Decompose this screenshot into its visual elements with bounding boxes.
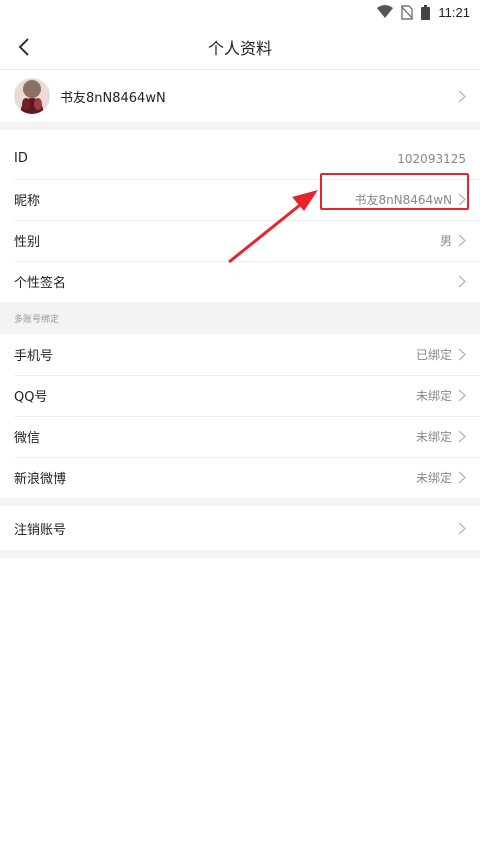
row-label: 手机号 — [14, 349, 54, 364]
profile-row[interactable]: 书友8nN8464wN — [0, 70, 480, 122]
section-divider — [0, 122, 480, 130]
row-value: 未绑定 — [415, 430, 452, 444]
row-label: QQ号 — [14, 390, 48, 405]
battery-icon — [421, 4, 431, 20]
row-label: 昵称 — [14, 194, 41, 209]
row-value: 未绑定 — [415, 471, 452, 485]
status-clock: 11:21 — [438, 4, 470, 20]
chevron-right-icon — [458, 234, 466, 247]
row-label: 新浪微博 — [14, 472, 67, 487]
row-weibo[interactable]: 新浪微博 未绑定 — [0, 457, 480, 498]
row-wechat[interactable]: 微信 未绑定 — [0, 416, 480, 457]
chevron-right-icon — [458, 522, 466, 534]
section-divider — [0, 498, 480, 506]
chevron-left-icon[interactable] — [14, 36, 36, 58]
section-label-binding: 多账号绑定 — [0, 302, 480, 334]
avatar[interactable] — [14, 78, 50, 114]
row-gender[interactable]: 性别 男 — [0, 220, 480, 261]
chevron-right-icon — [458, 90, 466, 103]
binding-list: 手机号 已绑定 QQ号 未绑定 微信 未绑定 新浪微博 未绑定 — [0, 334, 480, 498]
row-value: 102093125 — [397, 151, 466, 166]
row-label: 注销账号 — [14, 522, 67, 538]
row-label: ID — [14, 151, 28, 166]
row-label: 个性签名 — [14, 276, 67, 291]
row-qq[interactable]: QQ号 未绑定 — [0, 375, 480, 416]
row-value: 书友8nN8464wN — [354, 193, 452, 207]
wifi-icon — [377, 5, 394, 18]
status-bar: 11:21 — [0, 0, 480, 24]
chevron-right-icon — [458, 193, 466, 206]
chevron-right-icon — [458, 471, 466, 484]
chevron-right-icon — [458, 348, 466, 361]
row-value: 未绑定 — [415, 389, 452, 403]
chevron-right-icon — [458, 275, 466, 288]
chevron-right-icon — [458, 430, 466, 443]
no-sim-icon — [401, 4, 414, 20]
row-label: 微信 — [14, 431, 41, 446]
row-value: 已绑定 — [415, 348, 452, 362]
page-title: 个人资料 — [207, 38, 272, 58]
chevron-right-icon — [458, 389, 466, 402]
row-cancel-account[interactable]: 注销账号 — [0, 506, 480, 550]
row-signature[interactable]: 个性签名 — [0, 261, 480, 302]
page-header: 个人资料 — [0, 24, 480, 70]
row-value: 男 — [439, 234, 452, 248]
row-label: 性别 — [14, 235, 41, 250]
profile-name: 书友8nN8464wN — [60, 90, 166, 106]
row-phone[interactable]: 手机号 已绑定 — [0, 334, 480, 375]
section-divider — [0, 550, 480, 558]
row-nickname[interactable]: 昵称 书友8nN8464wN — [0, 179, 480, 220]
basic-info-list: ID 102093125 昵称 书友8nN8464wN 性别 男 个性签名 — [0, 130, 480, 302]
row-id: ID 102093125 — [0, 138, 480, 179]
